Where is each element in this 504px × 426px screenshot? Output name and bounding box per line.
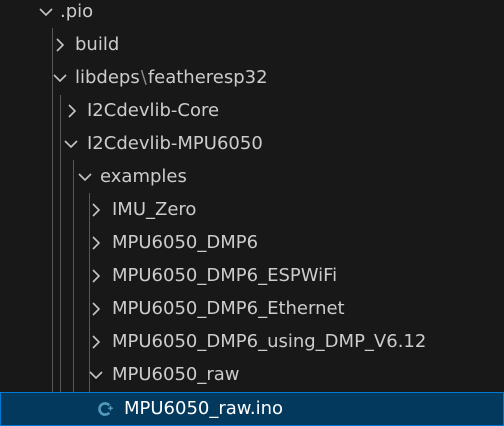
chevron-down-icon bbox=[88, 366, 104, 384]
path-segment-featheresp32: featheresp32 bbox=[147, 67, 268, 88]
folder-label: MPU6050_DMP6 bbox=[112, 232, 259, 253]
path-segment-libdeps: libdeps bbox=[75, 67, 140, 88]
folder-label: MPU6050_DMP6_using_DMP_V6.12 bbox=[112, 331, 427, 352]
tree-item-mpu6050-raw[interactable]: MPU6050_raw bbox=[0, 359, 504, 392]
folder-label: MPU6050_DMP6_Ethernet bbox=[112, 298, 345, 319]
tree-item-i2cdevlib-mpu6050[interactable]: I2Cdevlib-MPU6050 bbox=[0, 128, 504, 161]
cpp-file-icon bbox=[96, 400, 114, 418]
tree-item-examples[interactable]: examples bbox=[0, 161, 504, 194]
chevron-right-icon bbox=[88, 300, 104, 318]
chevron-down-icon bbox=[77, 168, 93, 186]
chevron-right-icon bbox=[88, 267, 104, 285]
folder-label: examples bbox=[100, 166, 187, 187]
tree-item-pio[interactable]: .pio bbox=[0, 0, 504, 29]
folder-label: I2Cdevlib-MPU6050 bbox=[87, 133, 263, 154]
folder-label: MPU6050_raw bbox=[112, 364, 240, 385]
path-separator: \ bbox=[140, 67, 147, 88]
chevron-right-icon bbox=[88, 201, 104, 219]
explorer-file-tree: .pio build libdeps\featheresp32 I2Cdevli… bbox=[0, 0, 504, 426]
folder-label: I2Cdevlib-Core bbox=[87, 100, 220, 121]
tree-item-mpu6050-dmp6-ethernet[interactable]: MPU6050_DMP6_Ethernet bbox=[0, 293, 504, 326]
chevron-down-icon bbox=[38, 3, 54, 21]
folder-path-label: libdeps\featheresp32 bbox=[75, 67, 268, 89]
folder-label: MPU6050_DMP6_ESPWiFi bbox=[112, 265, 338, 286]
tree-item-build[interactable]: build bbox=[0, 29, 504, 62]
file-label: MPU6050_raw.ino bbox=[124, 398, 284, 419]
tree-item-mpu6050-dmp6-espwifi[interactable]: MPU6050_DMP6_ESPWiFi bbox=[0, 260, 504, 293]
tree-item-imu-zero[interactable]: IMU_Zero bbox=[0, 194, 504, 227]
tree-item-mpu6050-raw-ino[interactable]: MPU6050_raw.ino bbox=[0, 392, 504, 426]
chevron-down-icon bbox=[52, 69, 68, 87]
tree-item-i2cdevlib-core[interactable]: I2Cdevlib-Core bbox=[0, 95, 504, 128]
chevron-right-icon bbox=[88, 234, 104, 252]
folder-label: .pio bbox=[60, 1, 94, 22]
chevron-down-icon bbox=[63, 135, 79, 153]
tree-item-mpu6050-dmp6[interactable]: MPU6050_DMP6 bbox=[0, 227, 504, 260]
tree-item-mpu6050-dmp6-using-dmp-v6-12[interactable]: MPU6050_DMP6_using_DMP_V6.12 bbox=[0, 326, 504, 359]
tree-item-libdeps-featheresp32[interactable]: libdeps\featheresp32 bbox=[0, 62, 504, 95]
folder-label: IMU_Zero bbox=[112, 199, 197, 220]
chevron-right-icon bbox=[88, 333, 104, 351]
chevron-right-icon bbox=[52, 36, 68, 54]
folder-label: build bbox=[75, 34, 120, 55]
chevron-right-icon bbox=[64, 102, 80, 120]
